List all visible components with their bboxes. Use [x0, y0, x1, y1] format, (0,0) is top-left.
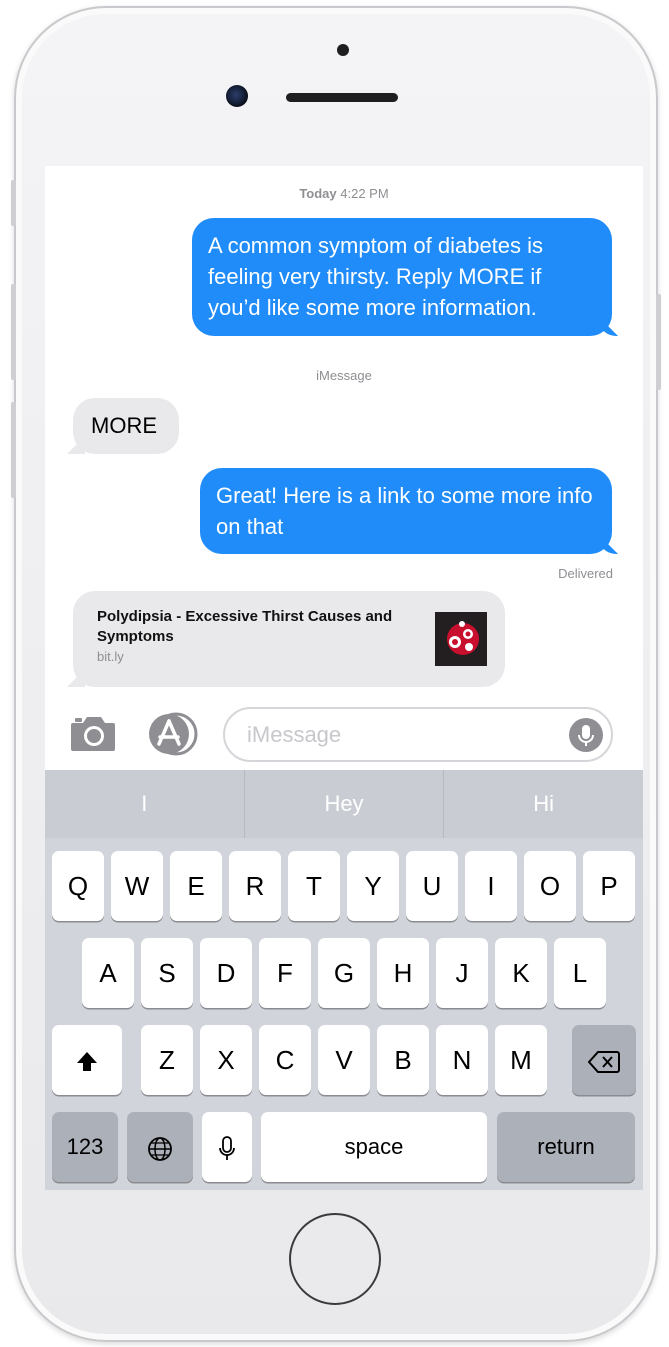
front-camera [226, 85, 248, 107]
home-button[interactable] [289, 1213, 381, 1305]
power-button [656, 294, 661, 390]
key-q[interactable]: Q [52, 851, 104, 921]
key-y[interactable]: Y [347, 851, 399, 921]
prediction-suggestion[interactable]: I [45, 770, 245, 838]
shift-arrow-icon [77, 1052, 97, 1072]
globe-key[interactable] [127, 1112, 193, 1182]
volume-up-button [11, 284, 16, 380]
message-text: A common symptom of diabetes is feeling … [208, 233, 544, 320]
shift-key[interactable] [52, 1025, 122, 1095]
link-preview-card[interactable]: Polydipsia - Excessive Thirst Causes and… [73, 591, 505, 687]
app-store-icon[interactable] [145, 712, 199, 756]
backspace-icon [587, 1051, 620, 1074]
key-t[interactable]: T [288, 851, 340, 921]
return-key[interactable]: return [497, 1112, 635, 1182]
key-z[interactable]: Z [141, 1025, 193, 1095]
timestamp-time: 4:22 PM [340, 186, 389, 201]
timestamp-day: Today [299, 186, 337, 201]
link-preview-domain: bit.ly [97, 649, 124, 664]
delivery-status: Delivered [558, 566, 613, 581]
proximity-sensor [337, 44, 349, 56]
message-text: MORE [91, 413, 157, 438]
space-key[interactable]: space [261, 1112, 487, 1182]
globe-icon [148, 1137, 172, 1162]
key-m[interactable]: M [495, 1025, 547, 1095]
message-input-field[interactable] [223, 707, 613, 762]
key-v[interactable]: V [318, 1025, 370, 1095]
earpiece-speaker [286, 93, 398, 102]
delete-key[interactable] [572, 1025, 636, 1095]
key-h[interactable]: H [377, 938, 429, 1008]
conversation-timestamp: Today 4:22 PM [45, 186, 643, 201]
key-a[interactable]: A [82, 938, 134, 1008]
service-label: iMessage [316, 368, 372, 383]
key-k[interactable]: K [495, 938, 547, 1008]
key-r[interactable]: R [229, 851, 281, 921]
message-input-bar [45, 702, 643, 768]
prediction-suggestion[interactable]: Hi [444, 770, 643, 838]
key-u[interactable]: U [406, 851, 458, 921]
keyboard: I Hey Hi Q W E R T Y U I O P A S D F G H… [45, 770, 643, 1190]
key-f[interactable]: F [259, 938, 311, 1008]
link-preview-title: Polydipsia - Excessive Thirst Causes and… [97, 608, 393, 645]
messages-screen: Today 4:22 PM A common symptom of diabet… [45, 166, 643, 1190]
mute-switch [11, 180, 16, 226]
key-e[interactable]: E [170, 851, 222, 921]
prediction-suggestion[interactable]: Hey [245, 770, 445, 838]
key-j[interactable]: J [436, 938, 488, 1008]
key-o[interactable]: O [524, 851, 576, 921]
microphone-icon [219, 1136, 235, 1161]
microphone-icon[interactable] [569, 718, 603, 752]
key-i[interactable]: I [465, 851, 517, 921]
message-input[interactable] [245, 721, 569, 749]
key-s[interactable]: S [141, 938, 193, 1008]
volume-down-button [11, 402, 16, 498]
key-x[interactable]: X [200, 1025, 252, 1095]
key-c[interactable]: C [259, 1025, 311, 1095]
camera-icon[interactable] [69, 715, 117, 753]
key-l[interactable]: L [554, 938, 606, 1008]
dictation-key[interactable] [202, 1112, 252, 1182]
message-bubble-outgoing[interactable]: Great! Here is a link to some more info … [200, 468, 612, 554]
message-text: Great! Here is a link to some more info … [216, 483, 593, 539]
message-bubble-outgoing[interactable]: A common symptom of diabetes is feeling … [192, 218, 612, 336]
key-p[interactable]: P [583, 851, 635, 921]
numbers-key[interactable]: 123 [52, 1112, 118, 1182]
link-thumbnail-image [435, 612, 487, 666]
key-d[interactable]: D [200, 938, 252, 1008]
message-bubble-incoming[interactable]: MORE [73, 398, 179, 454]
key-w[interactable]: W [111, 851, 163, 921]
key-n[interactable]: N [436, 1025, 488, 1095]
key-b[interactable]: B [377, 1025, 429, 1095]
predictive-bar: I Hey Hi [45, 770, 643, 838]
key-g[interactable]: G [318, 938, 370, 1008]
